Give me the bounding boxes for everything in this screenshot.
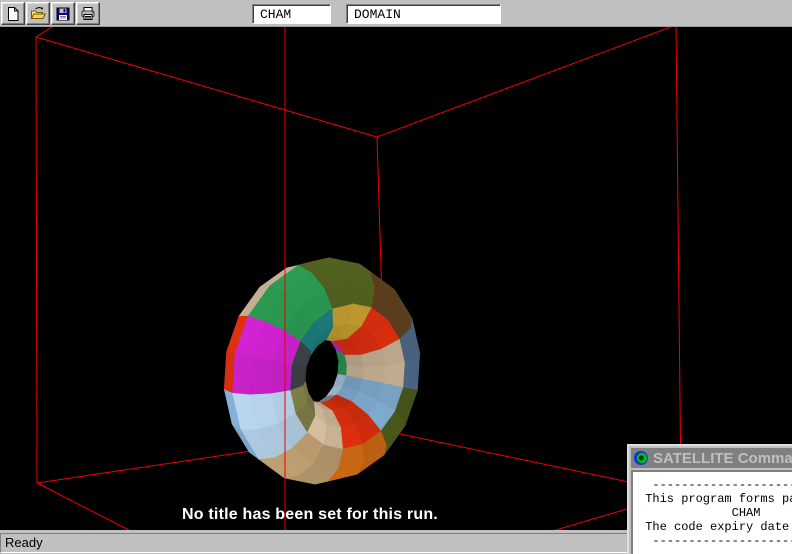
cham-field[interactable] [252,4,331,24]
satellite-command-window[interactable]: SATELLITE Command ----------------------… [627,444,792,554]
printer-icon [80,6,96,22]
satellite-console[interactable]: -------------------------- This program … [631,470,792,554]
run-title-text: No title has been set for this run. [0,506,620,524]
satellite-app-icon [633,450,649,466]
save-floppy-icon [55,6,71,22]
new-document-icon [5,6,21,22]
application-window: No title has been set for this run. Read… [0,0,792,554]
domain-field[interactable] [346,4,501,24]
satellite-titlebar[interactable]: SATELLITE Command [631,448,792,468]
open-folder-icon [30,6,46,22]
open-button[interactable] [26,2,50,25]
status-text: Ready [5,535,43,550]
save-button[interactable] [51,2,75,25]
torus-mesh [224,258,419,484]
new-button[interactable] [1,2,25,25]
satellite-title: SATELLITE Command [653,450,792,467]
print-button[interactable] [76,2,100,25]
satellite-console-text: -------------------------- This program … [633,472,792,548]
toolbar [0,0,792,27]
